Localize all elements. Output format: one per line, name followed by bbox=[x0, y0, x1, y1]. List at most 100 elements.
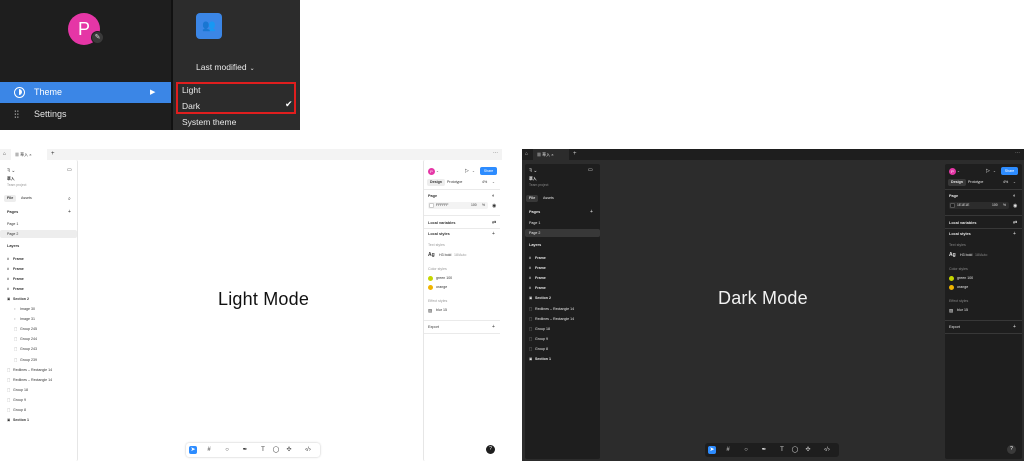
text-tool-icon[interactable]: T bbox=[259, 446, 267, 454]
add-page-icon[interactable]: + bbox=[590, 209, 593, 215]
avatar[interactable]: P bbox=[949, 168, 956, 175]
layer-item[interactable]: ⬚ Group 245 bbox=[0, 325, 77, 333]
variables-icon[interactable]: ⇄ bbox=[1013, 220, 1017, 226]
file-tab[interactable]: ▦ 草入 × bbox=[533, 149, 569, 160]
layer-item[interactable]: # Frame bbox=[525, 284, 600, 292]
pen-tool-icon[interactable]: ✒ bbox=[241, 446, 249, 454]
panel-toggle-icon[interactable]: ▭ bbox=[588, 167, 593, 173]
comment-tool-icon[interactable]: ◯ bbox=[791, 446, 799, 454]
add-style-icon[interactable]: + bbox=[492, 231, 495, 237]
sort-dropdown[interactable]: Last modified ⌄ bbox=[196, 62, 255, 72]
layer-item[interactable]: ▣ Section 2 bbox=[0, 295, 77, 303]
play-icon[interactable]: ▷ bbox=[465, 168, 469, 174]
layer-item[interactable]: ▣ Section 2 bbox=[525, 294, 600, 302]
home-icon[interactable]: ⌂ bbox=[3, 152, 8, 157]
layer-item[interactable]: # Frame bbox=[525, 274, 600, 282]
text-style-name[interactable]: H3 bold bbox=[960, 253, 972, 257]
help-icon[interactable]: ? bbox=[486, 445, 495, 454]
tab-design[interactable]: Design bbox=[948, 179, 966, 186]
panel-toggle-icon[interactable]: ▭ bbox=[67, 167, 72, 173]
dev-mode-toggle-icon[interactable]: ‹/› bbox=[301, 446, 315, 454]
page-item[interactable]: Page 1 bbox=[525, 219, 600, 227]
tab-prototype[interactable]: Prototype bbox=[444, 179, 465, 186]
avatar[interactable]: P bbox=[428, 168, 435, 175]
eye-icon[interactable]: ◐ bbox=[1013, 193, 1016, 199]
page-color-input[interactable]: FFFFFF 100 % bbox=[428, 202, 488, 209]
play-icon[interactable]: ▷ bbox=[986, 168, 990, 174]
layer-item[interactable]: ▣ Section 1 bbox=[525, 355, 600, 363]
layer-item[interactable]: ⬚ Group 243 bbox=[0, 345, 77, 353]
tab-design[interactable]: Design bbox=[427, 179, 445, 186]
layer-item[interactable]: # Frame bbox=[525, 264, 600, 272]
add-style-icon[interactable]: + bbox=[1013, 231, 1016, 237]
chevron-down-icon[interactable]: ⌄ bbox=[492, 180, 495, 184]
layer-item[interactable]: ▫ Image 31 bbox=[0, 315, 77, 323]
shape-tool-icon[interactable]: ○ bbox=[742, 446, 750, 454]
share-button[interactable]: Share bbox=[1001, 167, 1018, 175]
color-style-item[interactable]: green 100 bbox=[436, 276, 452, 280]
pen-tool-icon[interactable]: ✒ bbox=[760, 446, 768, 454]
theme-option-system[interactable]: System theme bbox=[182, 117, 236, 127]
tab-file[interactable]: File bbox=[526, 195, 539, 202]
move-tool-icon[interactable]: ➤ bbox=[189, 446, 197, 454]
layer-item[interactable]: ⬚ Group 9 bbox=[525, 335, 600, 343]
page-color-input[interactable]: 1E1E1E 100 % bbox=[949, 202, 1009, 209]
layer-item[interactable]: # Frame bbox=[525, 254, 600, 262]
layer-item[interactable]: ⬚ Redlines – Rectangle 14 bbox=[0, 376, 77, 384]
color-style-item[interactable]: orange bbox=[436, 285, 447, 289]
comment-tool-icon[interactable]: ◯ bbox=[272, 446, 280, 454]
shape-tool-icon[interactable]: ○ bbox=[223, 446, 231, 454]
page-item[interactable]: Page 2 bbox=[525, 229, 600, 237]
layer-item[interactable]: ⬚ Redlines – Rectangle 14 bbox=[525, 305, 600, 313]
color-style-item[interactable]: orange bbox=[957, 285, 968, 289]
share-button[interactable]: Share bbox=[480, 167, 497, 175]
text-tool-icon[interactable]: T bbox=[778, 446, 786, 454]
text-style-name[interactable]: H3 bold bbox=[439, 253, 451, 257]
effect-style-item[interactable]: blur 15 bbox=[957, 308, 968, 312]
local-variables-label[interactable]: Local variables bbox=[428, 221, 455, 225]
help-icon[interactable]: ? bbox=[1007, 445, 1016, 454]
layer-item[interactable]: # Frame bbox=[0, 255, 77, 263]
new-tab-icon[interactable]: + bbox=[573, 149, 577, 160]
file-tab[interactable]: ▦ 草入 × bbox=[11, 149, 47, 160]
zoom-level[interactable]: 4% bbox=[482, 180, 487, 184]
zoom-level[interactable]: 4% bbox=[1003, 180, 1008, 184]
layer-item[interactable]: # Frame bbox=[0, 265, 77, 273]
local-variables-label[interactable]: Local variables bbox=[949, 221, 976, 225]
add-export-icon[interactable]: + bbox=[492, 324, 495, 330]
team-icon[interactable]: 👥 bbox=[196, 13, 222, 39]
chevron-down-icon[interactable]: ⌄ bbox=[436, 169, 439, 173]
chevron-down-icon[interactable]: ⌄ bbox=[957, 169, 960, 173]
layer-item[interactable]: ⬚ Group 8 bbox=[525, 345, 600, 353]
page-item[interactable]: Page 1 bbox=[0, 220, 77, 228]
dev-mode-toggle-icon[interactable]: ‹/› bbox=[820, 446, 834, 454]
tab-assets[interactable]: Assets bbox=[18, 195, 35, 202]
chevron-down-icon[interactable]: ⌄ bbox=[1013, 180, 1016, 184]
page-item[interactable]: Page 2 bbox=[0, 230, 77, 238]
layer-item[interactable]: ⬚ Group 18 bbox=[0, 386, 77, 394]
export-label[interactable]: Export bbox=[428, 325, 439, 329]
layer-item[interactable]: ⬚ Group 239 bbox=[0, 356, 77, 364]
layer-item[interactable]: ⬚ Group 18 bbox=[525, 325, 600, 333]
more-icon[interactable]: ⋯ bbox=[493, 149, 498, 158]
export-label[interactable]: Export bbox=[949, 325, 960, 329]
tab-file[interactable]: File bbox=[4, 195, 17, 202]
chevron-down-icon[interactable]: ⌄ bbox=[993, 169, 996, 173]
move-tool-icon[interactable]: ➤ bbox=[708, 446, 716, 454]
search-icon[interactable]: ⌕ bbox=[68, 196, 71, 202]
layer-item[interactable]: # Frame bbox=[0, 275, 77, 283]
add-page-icon[interactable]: + bbox=[68, 209, 71, 215]
menu-item-theme[interactable]: Theme ▶ bbox=[0, 82, 171, 103]
layer-item[interactable]: ⬚ Redlines – Rectangle 14 bbox=[525, 315, 600, 323]
project-name[interactable]: 草入 bbox=[529, 177, 537, 182]
variables-icon[interactable]: ⇄ bbox=[492, 220, 496, 226]
effect-style-item[interactable]: blur 15 bbox=[436, 308, 447, 312]
add-export-icon[interactable]: + bbox=[1013, 324, 1016, 330]
layer-item[interactable]: ⬚ Group 244 bbox=[0, 335, 77, 343]
project-name[interactable]: 草入 bbox=[7, 177, 15, 182]
more-icon[interactable]: ⋯ bbox=[1015, 149, 1020, 158]
home-icon[interactable]: ⌂ bbox=[525, 152, 530, 157]
visibility-icon[interactable]: ◉ bbox=[1013, 203, 1017, 209]
eye-icon[interactable]: ◐ bbox=[492, 193, 495, 199]
frame-tool-icon[interactable]: # bbox=[205, 446, 213, 454]
